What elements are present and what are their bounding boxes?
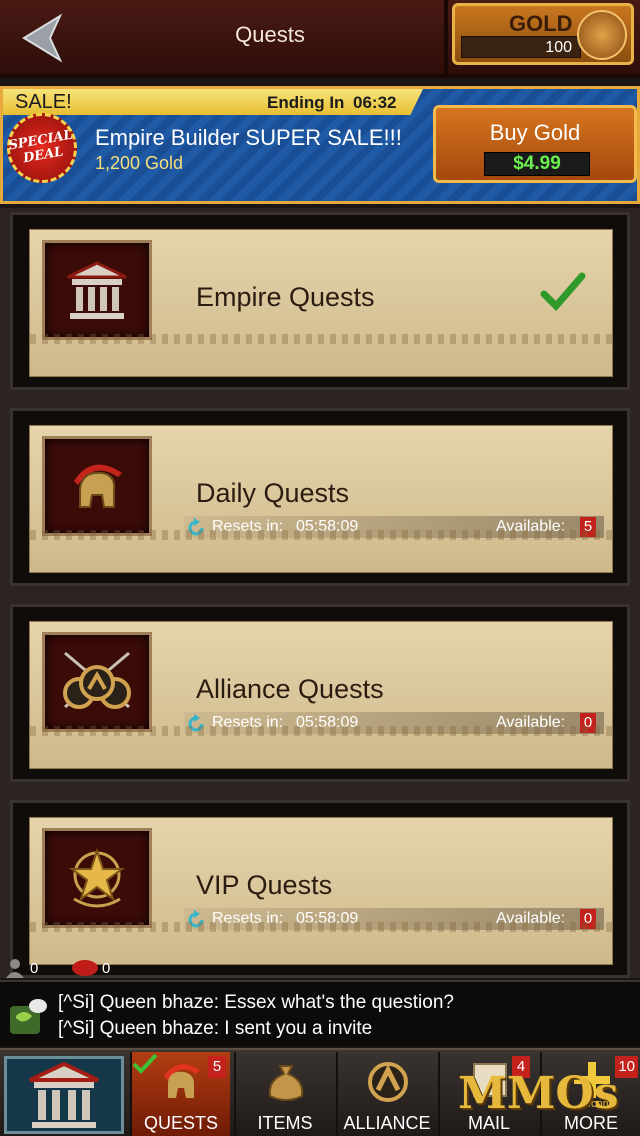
special-deal-badge: SPECIAL DEAL (1, 107, 83, 189)
quest-status-row: Resets in: 05:58:09 Available: 0 (184, 712, 604, 734)
chat-message: [^Si] Queen bhaze: Essex what's the ques… (58, 992, 454, 1013)
money-bag-icon (268, 1065, 304, 1101)
quest-icon-frame (42, 240, 152, 340)
tab-label: ALLIANCE (343, 1113, 431, 1133)
user-icon (6, 959, 24, 978)
sale-ending-time: 06:32 (353, 93, 397, 112)
tab-items[interactable]: ITEMS (234, 1052, 334, 1136)
quest-list[interactable]: Empire Quests Daily Quests Resets in: 05… (0, 208, 640, 978)
message-count: 0 (102, 960, 111, 977)
header-divider (444, 0, 448, 74)
quest-card-vip[interactable]: VIP Quests Resets in: 05:58:09 Available… (10, 800, 630, 978)
available-count: 5 (580, 517, 596, 537)
page-title: Quests (235, 22, 305, 47)
sale-banner[interactable]: SALE! Ending In 06:32 SPECIAL DEAL Empir… (0, 86, 640, 204)
special-deal-text: SPECIAL DEAL (7, 127, 74, 167)
quest-name: VIP Quests (196, 870, 333, 900)
reset-timer: 05:58:09 (296, 518, 359, 535)
chat-message: [^Si] Queen bhaze: I sent you a invite (58, 1018, 373, 1039)
watermark-suffix: .com (588, 1098, 612, 1110)
reset-timer: 05:58:09 (296, 910, 359, 927)
buy-gold-button[interactable]: Buy Gold $4.99 (433, 105, 637, 183)
reset-label: Resets in: (212, 714, 284, 731)
reset-icon (188, 518, 204, 536)
quest-card-alliance[interactable]: Alliance Quests Resets in: 05:58:09 Avai… (10, 604, 630, 782)
available-label: Available: (496, 714, 566, 731)
gold-label: GOLD (509, 11, 573, 36)
tab-label: QUESTS (143, 1113, 218, 1133)
gold-amount: 100 (545, 39, 572, 56)
online-count: 0 (30, 960, 39, 977)
quest-status-row: Resets in: 05:58:09 Available: 5 (184, 516, 604, 538)
temple-icon (29, 1061, 99, 1128)
gold-value-bar: 100 (461, 36, 581, 58)
available-label: Available: (496, 910, 566, 927)
sale-subtitle: 1,200 Gold (95, 153, 184, 173)
quest-icon-frame (42, 632, 152, 732)
alliance-shields-icon (63, 651, 131, 709)
spartan-helmet-icon (164, 1064, 200, 1098)
vip-star-icon (68, 847, 126, 908)
reset-label: Resets in: (212, 910, 284, 927)
chat-icon[interactable] (8, 996, 48, 1036)
check-icon (540, 272, 586, 312)
tab-badge: 5 (208, 1056, 226, 1078)
quest-icon-frame (42, 436, 152, 536)
tab-quests[interactable]: 5 QUESTS (130, 1052, 230, 1136)
price-bar: $4.99 (484, 152, 590, 176)
quest-card-daily[interactable]: Daily Quests Resets in: 05:58:09 Availab… (10, 408, 630, 586)
quest-status-row: Resets in: 05:58:09 Available: 0 (184, 908, 604, 930)
available-count: 0 (580, 713, 596, 733)
back-button[interactable] (18, 8, 78, 68)
available-label: Available: (496, 518, 566, 535)
top-bar: Quests GOLD 100 (0, 0, 640, 78)
alliance-shield-icon (368, 1062, 408, 1102)
watermark-logo: MMOs (458, 1068, 619, 1119)
quest-card-body: Empire Quests (29, 229, 613, 377)
quest-card-body: VIP Quests Resets in: 05:58:09 Available… (29, 817, 613, 965)
gold-helmet-icon (577, 10, 627, 60)
chat-panel[interactable]: [^Si] Queen bhaze: Essex what's the ques… (0, 980, 640, 1046)
reset-icon (188, 910, 204, 928)
message-icon (72, 960, 98, 976)
quest-card-body: Daily Quests Resets in: 05:58:09 Availab… (29, 425, 613, 573)
spartan-helmet-icon (74, 464, 122, 508)
tab-label: ITEMS (257, 1113, 313, 1133)
price: $4.99 (513, 153, 561, 174)
reset-icon (188, 714, 204, 732)
gold-balance[interactable]: GOLD 100 (452, 3, 634, 65)
buy-gold-label: Buy Gold (489, 120, 581, 145)
available-count: 0 (580, 909, 596, 929)
sale-tag: SALE! (15, 91, 72, 113)
back-arrow-icon (22, 13, 63, 63)
quest-card-body: Alliance Quests Resets in: 05:58:09 Avai… (29, 621, 613, 769)
sale-strip: SALE! Ending In 06:32 (3, 89, 423, 115)
temple-icon (67, 261, 127, 319)
tab-alliance[interactable]: ALLIANCE (336, 1052, 436, 1136)
quest-card-empire[interactable]: Empire Quests (10, 212, 630, 390)
sale-ending-label: Ending In (267, 93, 345, 112)
reset-timer: 05:58:09 (296, 714, 359, 731)
home-button[interactable] (4, 1056, 124, 1134)
check-icon (132, 1053, 158, 1074)
sale-title: Empire Builder SUPER SALE!!! (95, 125, 402, 150)
quest-name: Alliance Quests (196, 674, 384, 704)
quest-icon-frame (42, 828, 152, 928)
chat-counters: 0 0 (0, 958, 640, 980)
quest-name: Empire Quests (196, 282, 375, 312)
reset-label: Resets in: (212, 518, 284, 535)
quest-name: Daily Quests (196, 478, 350, 508)
